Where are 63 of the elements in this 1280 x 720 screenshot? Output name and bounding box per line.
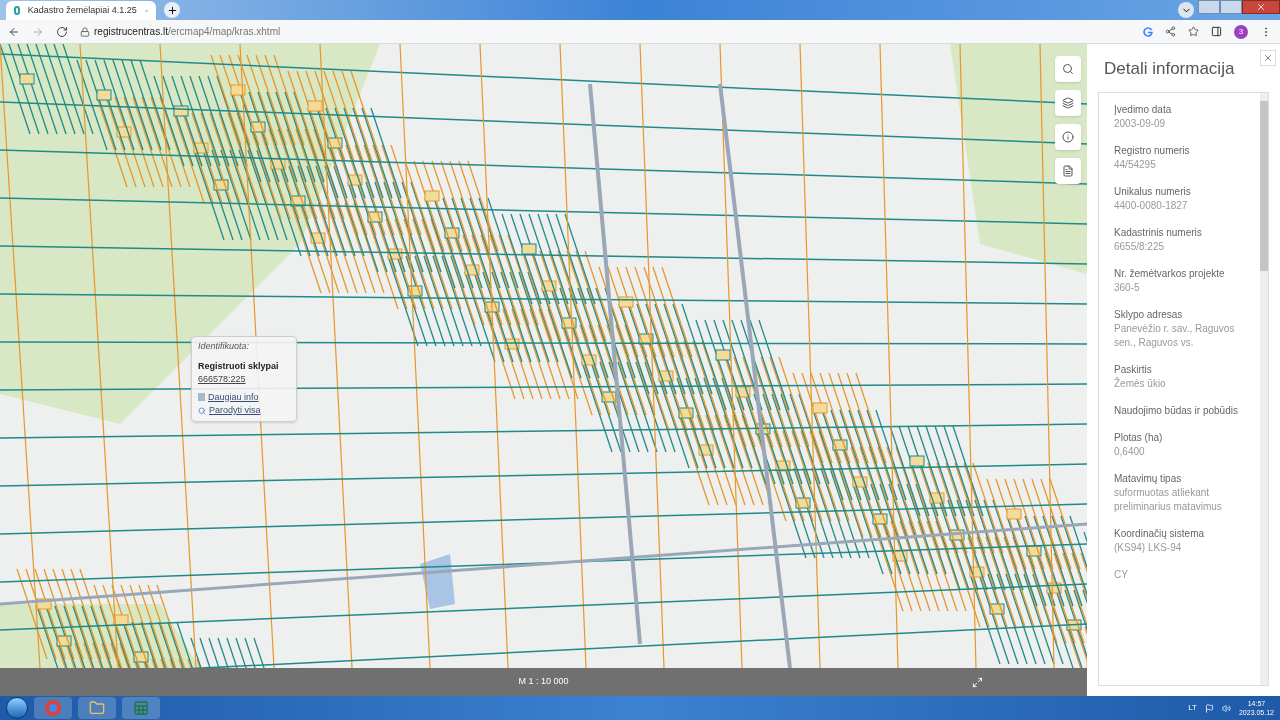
search-tool-button[interactable]: [1055, 56, 1081, 82]
site-logo-icon: [14, 6, 20, 15]
popup-link[interactable]: Parodyti visa: [209, 404, 261, 418]
panel-title: Detali informacija: [1104, 58, 1236, 80]
layers-icon: [1062, 97, 1074, 109]
star-icon[interactable]: [1188, 26, 1199, 37]
profile-avatar[interactable]: 3: [1234, 24, 1248, 39]
info-icon: [1062, 131, 1074, 143]
field-label: Matavimų tipas: [1114, 471, 1183, 486]
field-label: Naudojimo būdas ir pobūdis: [1114, 403, 1239, 418]
field-value: Panevėžio r. sav., Raguvos sen., Raguvos vs.: [1114, 321, 1236, 350]
document-icon: [198, 393, 205, 402]
scrollbar[interactable]: [1260, 92, 1268, 685]
field-value: CY: [1114, 567, 1129, 582]
field-value: 0,6400: [1114, 444, 1146, 459]
parcel-link[interactable]: 666578:225: [198, 373, 290, 387]
field-label: Paskirtis: [1114, 362, 1153, 377]
back-icon[interactable]: [8, 25, 20, 38]
search-icon: [1062, 63, 1074, 75]
field-value: 6655/8:225: [1114, 239, 1166, 254]
popup-link[interactable]: Daugiau info: [208, 390, 259, 404]
magnifier-icon: [198, 406, 206, 415]
reload-icon[interactable]: [56, 25, 68, 38]
tab-search-button[interactable]: [1178, 2, 1194, 18]
popup-title: Identifikuota:: [198, 340, 251, 353]
field-label: Įvedimo data: [1114, 102, 1173, 117]
close-button[interactable]: [1260, 50, 1276, 66]
field-label: Koordinačių sistema: [1114, 526, 1206, 541]
field-label: Plotas (ha): [1114, 430, 1164, 445]
field-label: Kadastrinis numeris: [1114, 225, 1203, 240]
field-value: 2003-09-09: [1114, 116, 1167, 131]
address-field[interactable]: registrucentras.lt/ercmap4/map/kras.xhtml: [94, 24, 281, 39]
layers-tool-button[interactable]: [1055, 90, 1081, 116]
field-value: Žemės ūkio: [1114, 376, 1167, 391]
fullscreen-icon[interactable]: [972, 676, 983, 688]
speaker-icon[interactable]: [1221, 703, 1231, 713]
window-controls[interactable]: [1198, 0, 1280, 14]
field-label: Sklypo adresas: [1114, 307, 1184, 322]
tab-title: Kadastro žemėlapiai 4.1.25: [27, 3, 137, 17]
field-value: 4400-0080-1827: [1114, 198, 1189, 213]
google-icon[interactable]: [1143, 26, 1153, 37]
browser-tab[interactable]: Kadastro žemėlapiai 4.1.25: [6, 1, 156, 20]
field-value: suformuotas atliekant preliminarius matavimus: [1114, 485, 1223, 514]
plus-icon: [166, 4, 178, 16]
field-label: Registro numeris: [1114, 143, 1191, 158]
side-panel-icon[interactable]: [1211, 26, 1222, 37]
field-value: 44/54295: [1114, 157, 1157, 172]
share-icon[interactable]: [1165, 26, 1176, 37]
field-label: Unikalus numeris: [1114, 184, 1192, 199]
field-value: 360-5: [1114, 280, 1141, 295]
popup-heading: Registruoti sklypai: [198, 359, 280, 373]
flag-icon[interactable]: [1204, 703, 1214, 713]
field-label: Nr. žemėtvarkos projekte: [1114, 266, 1226, 281]
start-button[interactable]: [6, 697, 28, 719]
lock-icon: [80, 26, 90, 37]
document-tool-button[interactable]: [1055, 158, 1081, 184]
document-icon: [1062, 165, 1074, 177]
scale-label: M 1 : 10 000: [518, 675, 569, 689]
language-indicator[interactable]: LT: [1188, 702, 1197, 714]
folder-taskbar-icon[interactable]: [78, 697, 116, 719]
new-tab-button[interactable]: [164, 2, 180, 18]
field-value: (KS94) LKS-94: [1114, 540, 1183, 555]
info-tool-button[interactable]: [1055, 124, 1081, 150]
